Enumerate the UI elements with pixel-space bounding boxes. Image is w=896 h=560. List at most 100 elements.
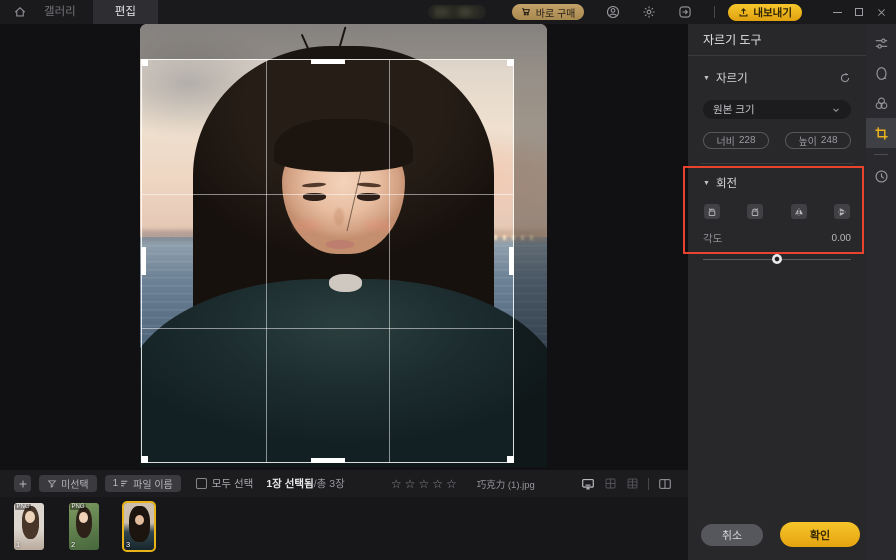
select-all-control[interactable]: 모두 선택	[196, 476, 254, 491]
crop-handle-top-right[interactable]	[507, 59, 514, 66]
crop-handle-top[interactable]	[311, 59, 345, 64]
crop-dim-overlay	[140, 24, 547, 59]
account-button[interactable]	[606, 5, 620, 19]
rating-stars[interactable]: ☆ ☆ ☆ ☆ ☆	[391, 478, 457, 490]
collapse-triangle-icon[interactable]: ▼	[703, 75, 710, 82]
history-tool-button[interactable]	[866, 161, 896, 191]
cancel-button[interactable]: 취소	[701, 524, 763, 546]
width-label: 너비	[716, 133, 734, 148]
rotate-right-button[interactable]	[747, 204, 763, 219]
flip-vertical-button[interactable]	[834, 204, 850, 219]
main-area: 미선택 1 파일 이름 모두 선택 1장 선택됨/총 3장 ☆ ☆ ☆	[0, 24, 896, 560]
rotate-cw-icon	[750, 207, 760, 217]
rotate-section: ▼ 회전 각도 0.00	[688, 164, 866, 264]
sort-by-filename-button[interactable]: 1 파일 이름	[105, 475, 181, 492]
oval-portrait-icon	[874, 66, 889, 81]
crop-handle-right[interactable]	[509, 247, 514, 275]
crop-grid-line	[266, 60, 267, 462]
size-preset-dropdown[interactable]: 원본 크기	[703, 100, 851, 119]
crop-grid-line	[389, 60, 390, 462]
collapse-triangle-icon[interactable]: ▼	[703, 180, 710, 187]
star-icon[interactable]: ☆	[418, 478, 429, 490]
star-icon[interactable]: ☆	[432, 478, 443, 490]
rotate-left-button[interactable]	[704, 204, 720, 219]
thumbnail-2[interactable]: PNG 2	[69, 503, 99, 550]
filter-label: 미선택	[61, 476, 89, 491]
maximize-icon	[855, 8, 863, 16]
thumbnail-3-selected[interactable]: 3	[124, 503, 154, 550]
home-button[interactable]	[13, 5, 27, 19]
height-input[interactable]: 높이 248	[785, 132, 851, 149]
crop-handle-bottom-right[interactable]	[507, 456, 514, 463]
filters-tool-button[interactable]	[866, 88, 896, 118]
reset-icon	[839, 72, 851, 84]
angle-label: 각도	[703, 231, 722, 246]
cart-icon	[521, 7, 532, 18]
flip-horizontal-button[interactable]	[791, 204, 807, 219]
height-label: 높이	[798, 133, 816, 148]
rotate-ccw-icon	[707, 207, 717, 217]
thumbnail-1[interactable]: PNG 1	[14, 503, 44, 550]
maximize-button[interactable]	[848, 0, 870, 24]
select-all-label: 모두 선택	[212, 476, 254, 491]
tab-gallery[interactable]: 갤러리	[27, 0, 93, 24]
star-icon[interactable]: ☆	[446, 478, 457, 490]
reset-crop-button[interactable]	[839, 72, 851, 84]
minimize-button[interactable]	[826, 0, 848, 24]
add-image-button[interactable]	[14, 475, 31, 492]
crop-grid-line	[142, 194, 513, 195]
slider-handle[interactable]	[772, 254, 782, 264]
close-button[interactable]	[870, 0, 892, 24]
tab-edit[interactable]: 편집	[93, 0, 158, 24]
crop-tool-panel: 자르기 도구 ▼ 자르기 원본 크기 너비 228	[688, 24, 866, 560]
blend-circles-icon	[874, 96, 889, 111]
clock-icon	[874, 169, 889, 184]
photo-being-edited[interactable]	[140, 24, 547, 467]
thumbnail-strip: PNG 1 PNG 2 3	[0, 497, 688, 560]
minimize-icon	[833, 12, 842, 13]
grid-view-button-2[interactable]	[626, 477, 639, 490]
export-button[interactable]: 내보내기	[728, 4, 802, 21]
total-count-text: /총 3장	[314, 478, 345, 490]
crop-handle-left[interactable]	[141, 247, 146, 275]
topbar-separator	[714, 6, 715, 18]
plus-icon	[18, 479, 28, 489]
angle-slider[interactable]	[703, 254, 851, 264]
rotate-section-label: 회전	[716, 175, 737, 191]
sliders-icon	[874, 36, 889, 51]
star-icon[interactable]: ☆	[391, 478, 402, 490]
settings-gear-button[interactable]	[642, 5, 656, 19]
compare-view-button[interactable]	[658, 477, 672, 491]
editor-column: 미선택 1 파일 이름 모두 선택 1장 선택됨/총 3장 ☆ ☆ ☆	[0, 24, 688, 560]
buy-now-button[interactable]: 바로 구매	[512, 4, 585, 20]
filter-button[interactable]: 미선택	[39, 475, 97, 492]
crop-box[interactable]	[141, 59, 514, 463]
grid-view-button[interactable]	[604, 477, 617, 490]
edit-canvas	[0, 24, 688, 470]
crop-handle-top-left[interactable]	[141, 59, 148, 66]
crop-tool-button[interactable]	[866, 118, 896, 148]
format-badge: PNG	[15, 504, 31, 510]
crop-section: ▼ 자르기 원본 크기 너비 228 높이 248	[688, 56, 866, 149]
sort-lines-icon	[120, 479, 129, 488]
portrait-tool-button[interactable]	[866, 58, 896, 88]
tool-strip	[866, 24, 896, 560]
adjust-tool-button[interactable]	[866, 28, 896, 58]
star-icon[interactable]: ☆	[405, 478, 416, 490]
export-label: 내보내기	[753, 5, 792, 20]
fit-screen-view-button[interactable]	[581, 477, 595, 491]
crop-handle-bottom[interactable]	[311, 458, 345, 463]
buy-now-label: 바로 구매	[536, 5, 576, 20]
width-input[interactable]: 너비 228	[703, 132, 769, 149]
thumbnail-number: 1	[16, 540, 20, 549]
thumbnail-number: 2	[71, 540, 75, 549]
select-all-checkbox[interactable]	[196, 478, 207, 489]
panel-footer: 취소 확인	[688, 522, 866, 547]
login-arrow-button[interactable]	[678, 5, 692, 19]
flip-vertical-icon	[837, 207, 847, 217]
selected-count-text: 1장 선택됨	[266, 478, 313, 490]
crop-handle-bottom-left[interactable]	[141, 456, 148, 463]
crop-dim-overlay	[140, 463, 514, 467]
confirm-button[interactable]: 확인	[780, 522, 860, 547]
size-preset-value: 원본 크기	[713, 102, 755, 117]
